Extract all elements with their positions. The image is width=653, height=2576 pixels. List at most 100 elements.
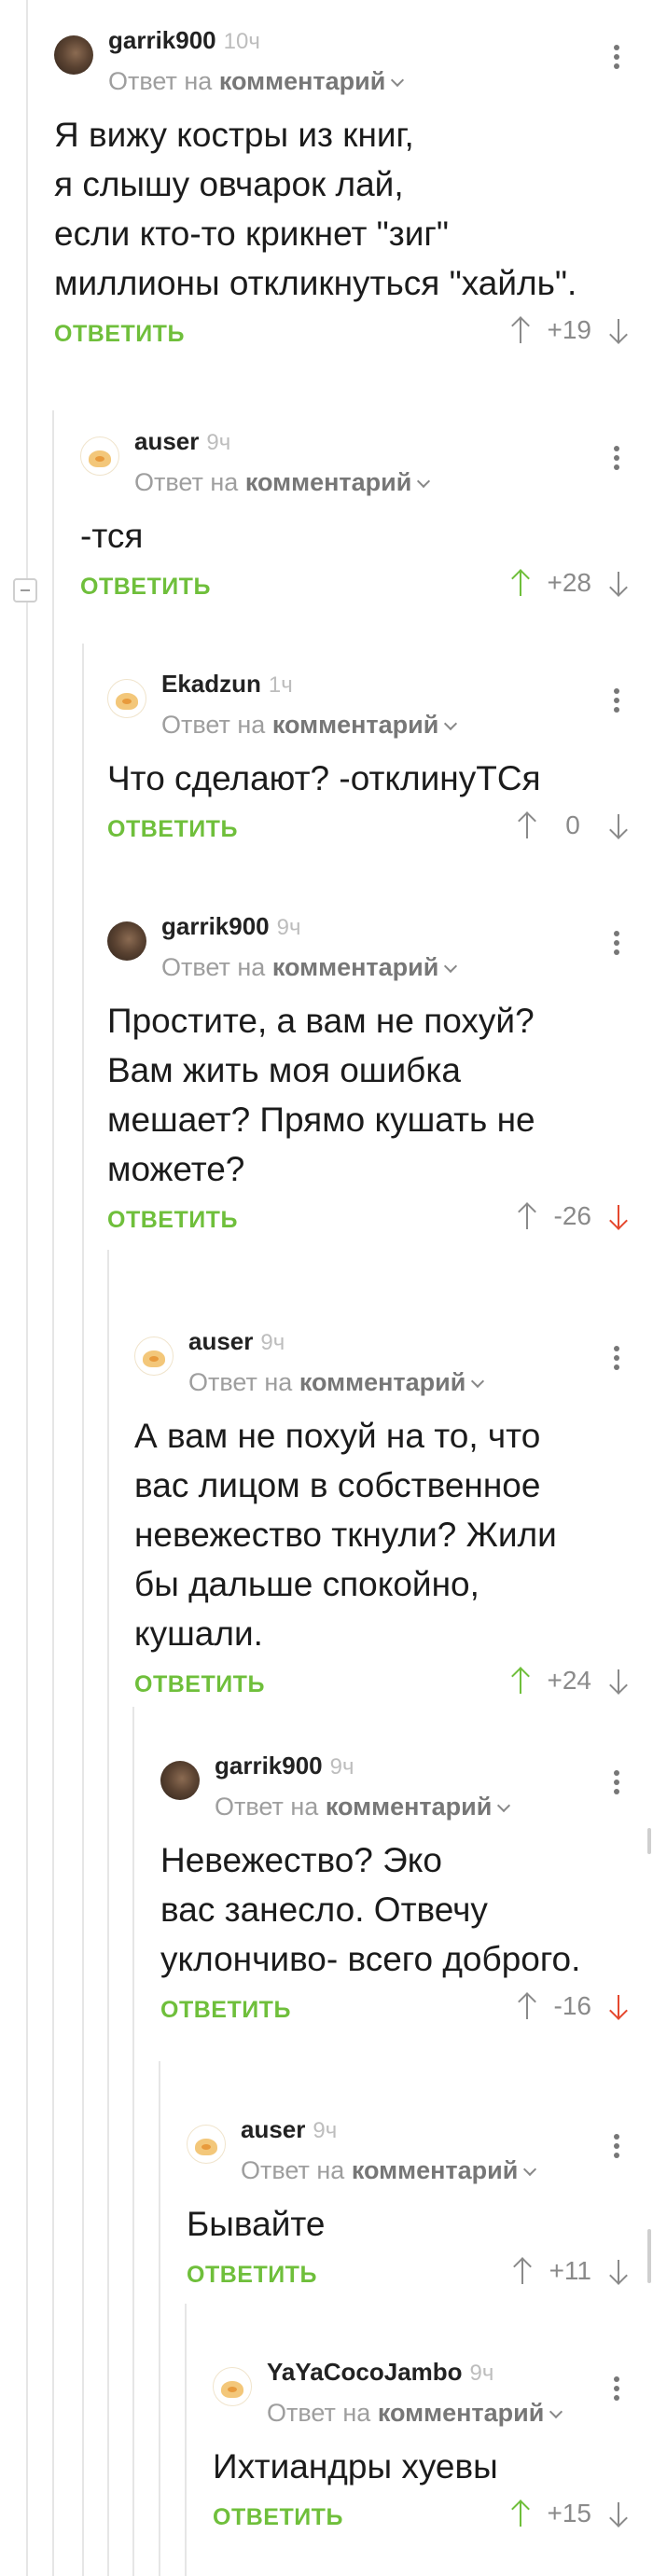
vote-controls: +28 xyxy=(510,568,630,598)
upvote-icon[interactable] xyxy=(510,316,531,344)
author-name[interactable]: YaYaCocoJambo xyxy=(267,2358,463,2386)
comment-footer: ОТВЕТИТЬ -16 xyxy=(160,1989,653,2036)
avatar[interactable] xyxy=(213,2367,252,2406)
comment-footer: ОТВЕТИТЬ +11 xyxy=(187,2254,653,2301)
author[interactable]: garrik900 10ч xyxy=(108,26,260,55)
reply-to-link[interactable]: Ответ на комментарий xyxy=(267,2399,563,2428)
avatar[interactable] xyxy=(187,2125,226,2164)
reply-to-target[interactable]: комментарий xyxy=(352,2156,519,2184)
avatar[interactable] xyxy=(107,679,146,718)
reply-button[interactable]: ОТВЕТИТЬ xyxy=(107,816,238,843)
upvote-icon[interactable] xyxy=(510,569,531,597)
reply-button[interactable]: ОТВЕТИТЬ xyxy=(134,1671,265,1698)
scrollbar[interactable] xyxy=(647,2229,651,2283)
more-options-icon[interactable] xyxy=(614,1346,621,1374)
reply-to-link[interactable]: Ответ на комментарий xyxy=(188,1368,485,1397)
upvote-icon[interactable] xyxy=(517,811,537,839)
chevron-down-icon[interactable] xyxy=(523,2162,537,2177)
scrollbar[interactable] xyxy=(647,1828,651,1854)
more-options-icon[interactable] xyxy=(614,931,621,959)
reply-to-target[interactable]: комментарий xyxy=(299,1368,466,1396)
reply-to-target[interactable]: комментарий xyxy=(219,67,386,95)
thread-line xyxy=(26,0,28,2576)
more-options-icon[interactable] xyxy=(614,1770,621,1798)
upvote-icon[interactable] xyxy=(517,1992,537,2020)
chevron-down-icon[interactable] xyxy=(444,716,458,731)
author-name[interactable]: auser xyxy=(134,427,199,455)
chevron-down-icon[interactable] xyxy=(549,2404,563,2419)
author-name[interactable]: auser xyxy=(241,2115,305,2143)
more-options-icon[interactable] xyxy=(614,2134,621,2162)
avatar[interactable] xyxy=(80,436,119,476)
author[interactable]: garrik900 9ч xyxy=(215,1752,354,1780)
chevron-down-icon[interactable] xyxy=(497,1798,511,1813)
upvote-icon[interactable] xyxy=(510,1667,531,1695)
downvote-icon[interactable] xyxy=(608,569,629,597)
reply-button[interactable]: ОТВЕТИТЬ xyxy=(107,1207,238,1234)
downvote-icon[interactable] xyxy=(608,811,629,839)
reply-to-target[interactable]: комментарий xyxy=(378,2399,545,2427)
reply-button[interactable]: ОТВЕТИТЬ xyxy=(213,2504,343,2531)
reply-button[interactable]: ОТВЕТИТЬ xyxy=(54,321,185,348)
comment-header: Ekadzun 1ч Ответ на комментарий xyxy=(107,644,653,739)
downvote-icon[interactable] xyxy=(608,1202,629,1230)
downvote-icon[interactable] xyxy=(608,1667,629,1695)
reply-to-link[interactable]: Ответ на комментарий xyxy=(108,67,405,96)
author[interactable]: auser 9ч xyxy=(188,1327,285,1356)
vote-controls: +19 xyxy=(510,315,630,345)
reply-to-link[interactable]: Ответ на комментарий xyxy=(134,468,431,497)
reply-to-label: Ответ на xyxy=(188,1368,293,1396)
reply-to-target[interactable]: комментарий xyxy=(272,711,439,739)
reply-to-label: Ответ на xyxy=(161,711,266,739)
upvote-icon[interactable] xyxy=(512,2257,533,2285)
reply-to-target[interactable]: комментарий xyxy=(326,1793,493,1821)
chevron-down-icon[interactable] xyxy=(391,73,405,88)
downvote-icon[interactable] xyxy=(608,2257,629,2285)
comment-header: garrik900 10ч Ответ на комментарий xyxy=(54,0,653,95)
reply-to-target[interactable]: комментарий xyxy=(272,953,439,981)
author[interactable]: YaYaCocoJambo 9ч xyxy=(267,2358,493,2387)
chevron-down-icon[interactable] xyxy=(417,474,431,489)
author-name[interactable]: garrik900 xyxy=(161,912,270,940)
comment-text-line: можете? xyxy=(107,1150,245,1188)
reply-to-link[interactable]: Ответ на комментарий xyxy=(161,953,458,982)
avatar[interactable] xyxy=(160,1761,200,1800)
more-options-icon[interactable] xyxy=(614,688,621,716)
downvote-icon[interactable] xyxy=(608,1992,629,2020)
reply-button[interactable]: ОТВЕТИТЬ xyxy=(160,1997,291,2024)
comment-body: Я вижу костры из книг, я слышу овчарок ла… xyxy=(54,110,653,308)
reply-to-link[interactable]: Ответ на комментарий xyxy=(161,711,458,740)
more-options-icon[interactable] xyxy=(614,446,621,474)
upvote-icon[interactable] xyxy=(510,2500,531,2528)
reply-button[interactable]: ОТВЕТИТЬ xyxy=(187,2262,317,2289)
reply-to-link[interactable]: Ответ на комментарий xyxy=(215,1793,511,1821)
reply-to-target[interactable]: комментарий xyxy=(245,468,412,496)
author-name[interactable]: garrik900 xyxy=(215,1752,323,1780)
comment: auser 9ч Ответ на комментарий А вам не по… xyxy=(134,1301,653,1710)
reply-button[interactable]: ОТВЕТИТЬ xyxy=(80,574,211,601)
downvote-icon[interactable] xyxy=(608,2500,629,2528)
author[interactable]: auser 9ч xyxy=(241,2115,337,2144)
avatar[interactable] xyxy=(107,921,146,961)
more-options-icon[interactable] xyxy=(614,2376,621,2404)
chevron-down-icon[interactable] xyxy=(444,959,458,974)
author[interactable]: auser 9ч xyxy=(134,427,230,456)
author-name[interactable]: auser xyxy=(188,1327,253,1355)
more-options-icon[interactable] xyxy=(614,45,621,73)
comment-text-line: вас занесло. Отвечу xyxy=(160,1890,488,1929)
comment-body: Простите, а вам не похуй? Вам жить моя ош… xyxy=(107,996,653,1194)
author[interactable]: Ekadzun 1ч xyxy=(161,670,293,699)
avatar[interactable] xyxy=(54,35,93,75)
author-name[interactable]: garrik900 xyxy=(108,26,216,54)
comment-text-line: кушали. xyxy=(134,1614,263,1653)
avatar[interactable] xyxy=(134,1336,174,1376)
author[interactable]: garrik900 9ч xyxy=(161,912,301,941)
upvote-icon[interactable] xyxy=(517,1202,537,1230)
author-name[interactable]: Ekadzun xyxy=(161,670,261,698)
reply-to-link[interactable]: Ответ на комментарий xyxy=(241,2156,537,2185)
reply-to-label: Ответ на xyxy=(108,67,213,95)
collapse-thread-button[interactable] xyxy=(13,578,37,602)
comment-text-line: Я вижу костры из книг, xyxy=(54,116,414,154)
chevron-down-icon[interactable] xyxy=(471,1374,485,1389)
downvote-icon[interactable] xyxy=(608,316,629,344)
